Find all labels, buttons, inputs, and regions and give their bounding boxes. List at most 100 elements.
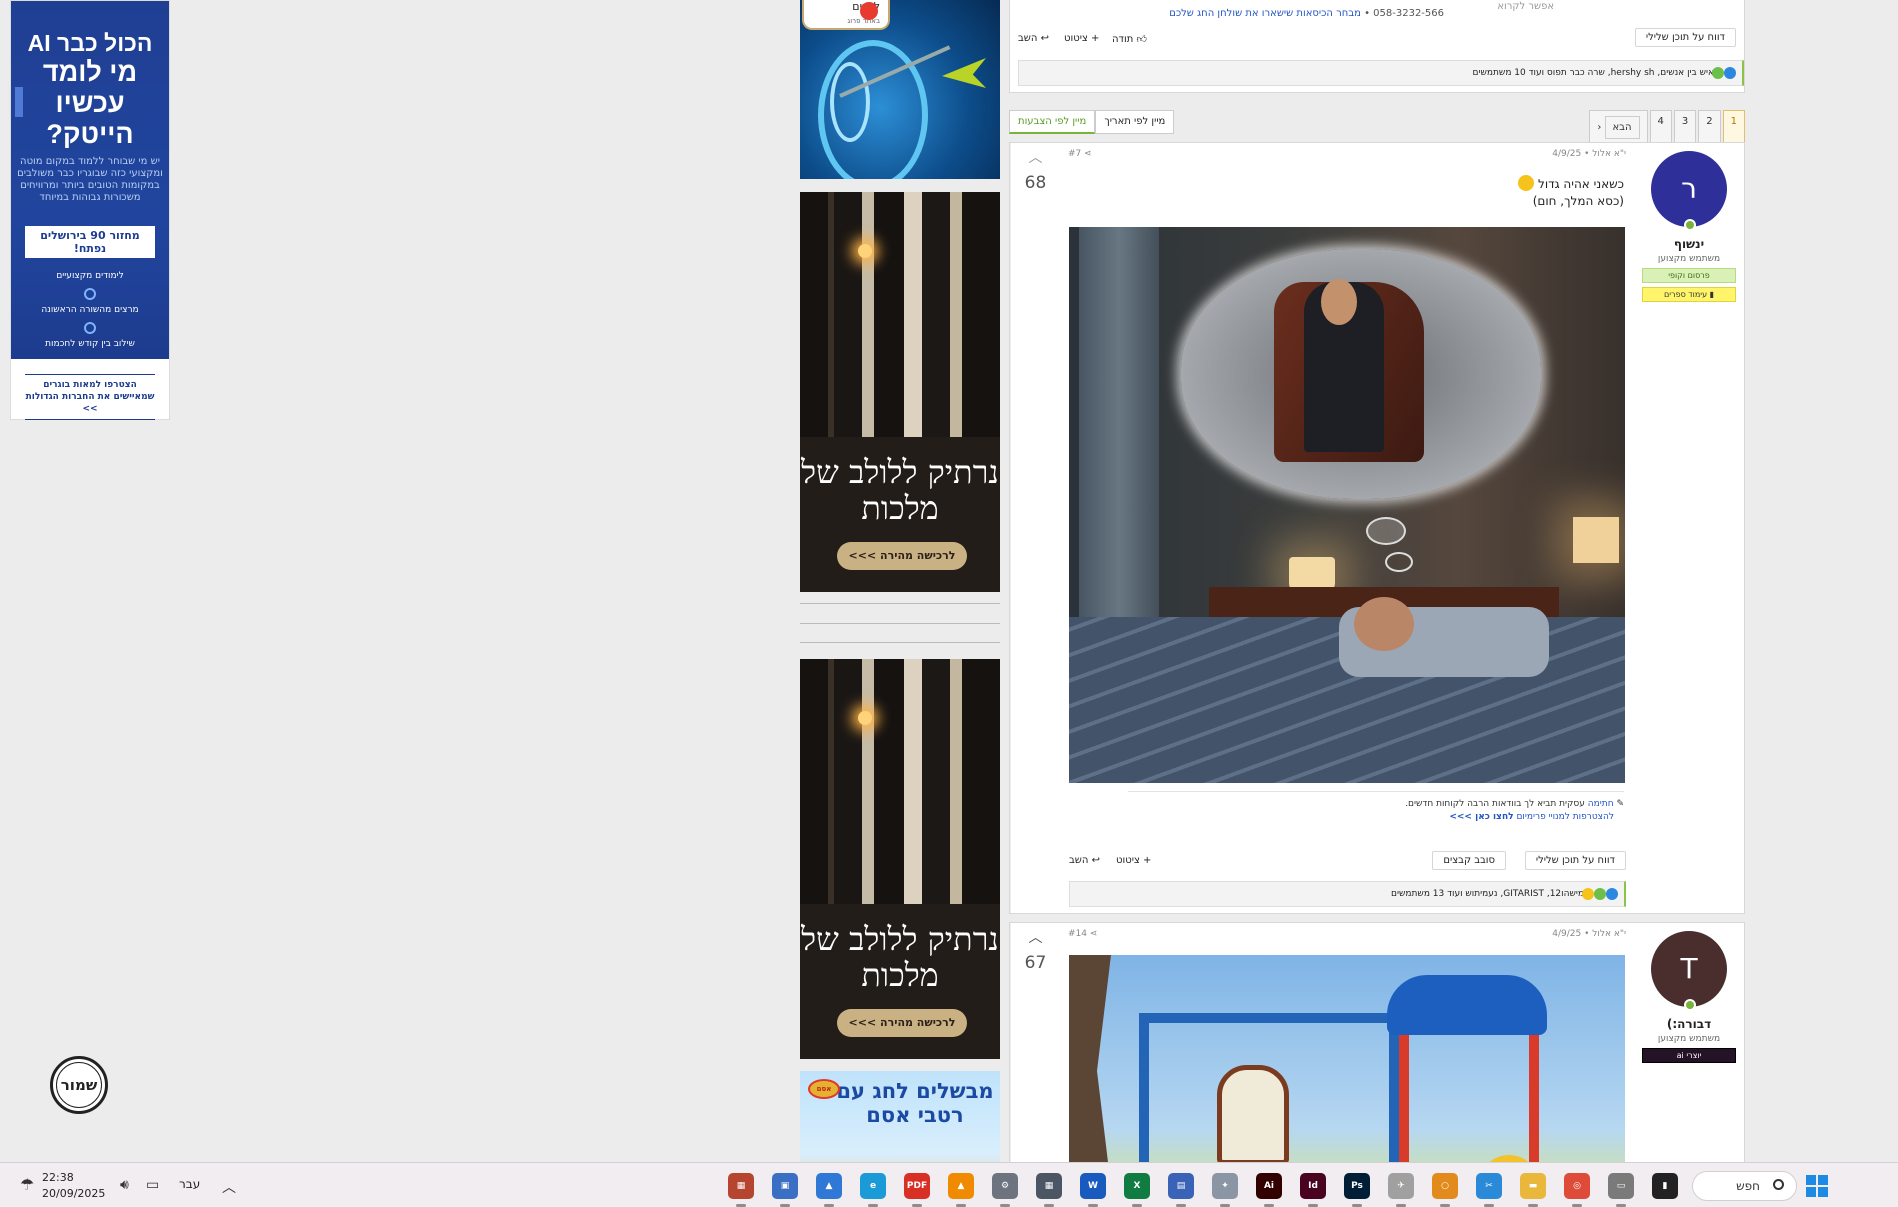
post-number[interactable]: #14 (1068, 929, 1087, 939)
plus-icon: + (1087, 33, 1100, 44)
reply-button[interactable]: ↩ השב (1069, 855, 1100, 866)
pencil-icon: ✎ (1613, 799, 1624, 809)
username[interactable]: ינשוף (1634, 237, 1744, 251)
ad-lulav-banner-2[interactable]: נרתיק ללולב של מלכות לרכישה מהירה >>> (800, 659, 1000, 1059)
window-graphic (1079, 227, 1159, 647)
left-ad-panel: הכול כבר AI מי לומד עכשיו הייטק? יש מי ש… (11, 1, 169, 359)
thumb-icon: 👍︎ (1133, 34, 1147, 45)
left-ad-banner[interactable]: הכול כבר AI מי לומד עכשיו הייטק? יש מי ש… (10, 0, 170, 420)
app-dark-icon[interactable]: ▮ (1652, 1173, 1678, 1199)
reactions-bar[interactable]: איש בין אנשים, hershy sh, שרה כבר תפוס ו… (1018, 60, 1744, 86)
search-app-icon[interactable]: ○ (1432, 1173, 1458, 1207)
sort-by-votes[interactable]: מיין לפי הצבעות (1009, 110, 1096, 134)
page-link[interactable]: 4 (1649, 110, 1672, 145)
page-link[interactable]: 3 (1673, 110, 1697, 145)
language-indicator[interactable]: עבר (179, 1177, 200, 1191)
next-label: הבא (1604, 116, 1640, 139)
clock-time: 22:38 (42, 1171, 74, 1184)
avatar[interactable]: T (1651, 931, 1727, 1011)
photoshop-icon[interactable]: Ps (1344, 1173, 1370, 1207)
online-indicator-icon (1684, 999, 1696, 1011)
illustrator-icon[interactable]: Ai (1256, 1173, 1282, 1207)
taskbar-search[interactable]: חפש (1692, 1171, 1797, 1201)
pdf-icon[interactable]: PDF (904, 1173, 930, 1207)
books-graphic (800, 192, 1000, 437)
page-link[interactable]: 2 (1698, 110, 1721, 145)
post-image-dream[interactable] (1069, 227, 1625, 783)
vlc-icon[interactable]: ▲ (948, 1173, 974, 1207)
share-icon[interactable]: ⋖ (1090, 929, 1098, 939)
user-badge: יוצרי ai (1642, 1048, 1736, 1063)
signature-link[interactable]: לחצו כאן >>> (1449, 812, 1513, 822)
signature-text: עסקית תביא לך בוודאות הרבה לקוחות חדשים. (1405, 799, 1585, 809)
weather-icon[interactable]: ☂ (20, 1175, 34, 1194)
dart-wing-graphic (942, 58, 986, 88)
left-ad-bottom-line2: שמאיישים את החברות הגדולות >> (25, 392, 155, 414)
quote-button[interactable]: + ציטוט (1116, 855, 1151, 866)
excel-icon[interactable]: X (1124, 1173, 1150, 1207)
indesign-icon[interactable]: Id (1300, 1173, 1326, 1207)
winrar-icon[interactable]: ▦ (728, 1173, 754, 1207)
files-button[interactable]: סובב קבצים (1432, 851, 1506, 870)
upvote-icon[interactable]: ︿ (1011, 927, 1060, 947)
like-button[interactable]: 👍︎ תודה (1112, 33, 1147, 45)
post-number[interactable]: #7 (1068, 149, 1081, 159)
quote-label: ציטוט (1064, 33, 1088, 44)
shamor-logo-icon[interactable]: שמור (50, 1056, 108, 1114)
quote-button[interactable]: + ציטוט (1064, 33, 1099, 44)
vlc-glyph: ▲ (957, 1181, 965, 1191)
tool-icon[interactable]: ✦ (1212, 1173, 1238, 1207)
user-badge-text: עימוד ספרים (1663, 290, 1708, 299)
signature-link[interactable]: מבחר הכיסאות שישארו את שולחן החג שלכם (1169, 8, 1361, 19)
chevron-up-icon[interactable]: ︿ (222, 1177, 236, 1197)
volume-icon[interactable]: 🔊︎ (120, 1177, 129, 1193)
left-ad-bottom-link[interactable]: הצטרפו למאות בוגרים שמאיישים את החברות ה… (25, 374, 155, 420)
file-explorer-icon[interactable]: ▬ (1520, 1173, 1546, 1207)
online-indicator-icon (1684, 219, 1696, 231)
app-blue-icon[interactable]: ▣ (772, 1173, 798, 1207)
report-button[interactable]: דווח על תוכן שלילי (1524, 851, 1626, 870)
sort-controls: מיין לפי תאריך מיין לפי הצבעות (1009, 110, 1175, 134)
photos-icon[interactable]: ▲ (816, 1173, 842, 1207)
post-meta-left: #14 ⋖ (1068, 929, 1097, 939)
next-page-button[interactable]: הבא ‹ (1589, 110, 1648, 145)
left-ad-feature: שילוב בין קודש לחכמות (45, 339, 135, 349)
signature-prefix[interactable]: חתימה (1588, 799, 1614, 809)
sort-by-date[interactable]: מיין לפי תאריך (1095, 110, 1175, 134)
reactions-bar[interactable]: מישהו12, GITARIST, נעמיתוש ועוד 13 משתמש… (1069, 881, 1626, 907)
calculator-icon[interactable]: ▦ (1036, 1173, 1062, 1207)
settings-icon[interactable]: ⚙ (992, 1173, 1018, 1207)
ad-lulav-banner[interactable]: נרתיק ללולב של מלכות לרכישה מהירה >>> (800, 192, 1000, 592)
ad-dart-banner[interactable]: לחגים באתר פרוג (800, 0, 1000, 179)
word-icon[interactable]: W (1080, 1173, 1106, 1207)
reply-label: השב (1069, 855, 1089, 866)
upvote-icon[interactable]: ︿ (1011, 147, 1060, 167)
post-previous: אפשר לקרוא 058-3232-566 • מבחר הכיסאות ש… (1009, 0, 1745, 93)
pdf-glyph: PDF (906, 1181, 928, 1191)
share-icon[interactable]: ⋖ (1084, 149, 1092, 159)
network-icon[interactable]: ▭ (146, 1177, 159, 1193)
ad-book-button[interactable]: לרכישה מהירה >>> (837, 1009, 967, 1037)
windows-start-icon[interactable] (1806, 1175, 1828, 1197)
indesign-glyph: Id (1308, 1181, 1318, 1191)
clock[interactable]: 22:38 20/09/2025 (42, 1170, 105, 1202)
avatar-letter: T (1680, 952, 1698, 985)
word-glyph: W (1088, 1181, 1098, 1191)
edge-icon[interactable]: e (860, 1173, 886, 1207)
snipping-icon[interactable]: ✂ (1476, 1173, 1502, 1207)
reply-button[interactable]: ↩ השב (1018, 33, 1049, 44)
chrome-icon[interactable]: ◎ (1564, 1173, 1590, 1207)
post-author: T דבורה:) משתמש מקצוען יוצרי ai (1634, 923, 1744, 1063)
dartboard-inner (830, 62, 870, 142)
app-tiles-icon[interactable]: ▤ (1168, 1173, 1194, 1207)
username[interactable]: דבורה:) (1634, 1017, 1744, 1031)
ad-book-button[interactable]: לרכישה מהירה >>> (837, 542, 967, 570)
avatar[interactable]: ר (1651, 151, 1727, 231)
like-reaction-icon (1724, 67, 1736, 79)
app-window-icon[interactable]: ▭ (1608, 1173, 1634, 1207)
report-button[interactable]: דווח על תוכן שלילי (1634, 28, 1736, 47)
books-graphic (800, 659, 1000, 904)
left-ad-cta[interactable]: מחזור 90 בירושלים נפתח! (25, 226, 155, 258)
pcfx-icon[interactable]: ✈ (1388, 1173, 1414, 1207)
page-link[interactable]: 1 (1722, 110, 1745, 145)
